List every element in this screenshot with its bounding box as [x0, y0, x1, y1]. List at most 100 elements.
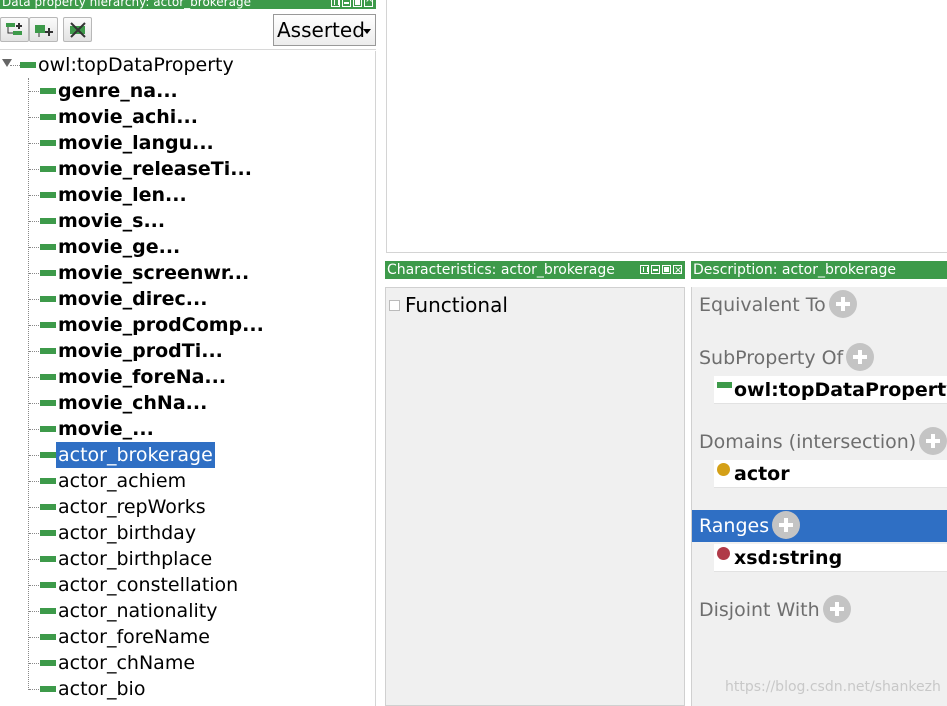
tree-item[interactable]: movie_prodComp... — [40, 312, 266, 338]
tree-item[interactable]: actor_achiem — [40, 468, 188, 494]
asserted-select-value: Asserted — [277, 18, 365, 42]
tree-item[interactable]: genre_na... — [40, 78, 180, 104]
tree-connector — [10, 65, 20, 66]
tree-item-label: actor_nationality — [58, 600, 218, 622]
tree-item[interactable]: movie_langu... — [40, 130, 216, 156]
tree-item[interactable]: movie_prodTi... — [40, 338, 225, 364]
tree-item[interactable]: movie_releaseTi... — [40, 156, 254, 182]
empty-view-area — [386, 0, 947, 253]
tree-item[interactable]: movie_chNa... — [40, 390, 209, 416]
add-sibling-button[interactable] — [29, 17, 58, 42]
tree-item-label: movie_ge... — [58, 236, 181, 258]
delete-property-button[interactable] — [63, 17, 92, 42]
tree-item-label: movie_direc... — [58, 288, 208, 310]
domain-entry[interactable]: actor — [714, 460, 947, 488]
add-sub-icon — [6, 23, 22, 35]
data-property-icon — [40, 582, 56, 588]
subproperty-of-section: SubProperty Of — [692, 342, 947, 374]
tree-item[interactable]: actor_bio — [40, 676, 147, 702]
disjoint-with-section: Disjoint With — [692, 594, 947, 626]
data-property-icon — [20, 62, 36, 68]
tree-item-label: actor_constellation — [58, 574, 239, 596]
tree-item[interactable]: movie_direc... — [40, 286, 209, 312]
data-property-icon — [40, 296, 56, 302]
tree-item[interactable]: movie_s... — [40, 208, 167, 234]
data-property-icon — [40, 348, 56, 354]
tree-item[interactable]: movie_foreNa... — [40, 364, 228, 390]
data-property-icon — [40, 114, 56, 120]
data-property-icon — [40, 660, 56, 666]
add-equivalent-icon[interactable] — [828, 289, 857, 318]
subproperty-value: owl:topDataProperty — [734, 379, 947, 401]
watermark: https://blog.csdn.net/shankezh — [725, 679, 941, 695]
minimize-icon[interactable] — [342, 0, 351, 7]
data-property-icon — [40, 270, 56, 276]
tree-item-label: movie_foreNa... — [58, 366, 227, 388]
ranges-section[interactable]: Ranges — [692, 510, 947, 542]
functional-checkbox[interactable] — [389, 300, 400, 311]
data-property-icon — [40, 166, 56, 172]
data-property-icon — [40, 686, 56, 692]
tree-item-label: genre_na... — [58, 80, 178, 102]
data-property-icon — [40, 504, 56, 510]
characteristics-title-text: Characteristics: actor_brokerage — [387, 262, 615, 278]
data-property-icon — [40, 556, 56, 562]
functional-label[interactable]: Functional — [405, 293, 508, 317]
domain-value: actor — [734, 463, 790, 485]
tree-item-label: movie_len... — [58, 184, 187, 206]
data-property-icon — [40, 218, 56, 224]
tree-item[interactable]: actor_chName — [40, 650, 197, 676]
domains-label: Domains (intersection) — [699, 431, 917, 453]
tree-item[interactable]: actor_birthday — [40, 520, 198, 546]
add-disjoint-icon[interactable] — [822, 594, 851, 623]
tree-item-label: movie_prodComp... — [58, 314, 264, 336]
maximize-icon[interactable] — [662, 265, 671, 274]
chevron-down-icon — [363, 29, 371, 34]
tree-item[interactable]: actor_repWorks — [40, 494, 208, 520]
data-property-icon — [717, 382, 732, 388]
class-icon — [717, 463, 730, 476]
close-icon[interactable] — [673, 262, 682, 279]
add-range-icon[interactable] — [772, 510, 801, 539]
hierarchy-title-text: Data property hierarchy: actor_brokerage — [2, 0, 251, 9]
asserted-inferred-select[interactable]: Asserted — [273, 14, 376, 46]
tree-item[interactable]: movie_ge... — [40, 234, 182, 260]
subproperty-of-label: SubProperty Of — [699, 347, 844, 369]
tree-item-label: movie_chNa... — [58, 392, 208, 414]
range-value: xsd:string — [734, 547, 843, 569]
tree-root-item[interactable]: owl:topDataProperty — [20, 52, 236, 78]
tree-item[interactable]: movie_... — [40, 416, 156, 442]
description-panel: Equivalent To SubProperty Of owl:topData… — [691, 287, 947, 706]
data-property-icon — [40, 530, 56, 536]
tree-item[interactable]: movie_achi... — [40, 104, 200, 130]
pin-icon[interactable] — [640, 265, 649, 274]
disjoint-with-label: Disjoint With — [699, 599, 820, 621]
equivalent-to-label: Equivalent To — [699, 294, 826, 316]
minimize-icon[interactable] — [651, 265, 660, 274]
tree-item-label: actor_chName — [58, 652, 196, 674]
add-domain-icon[interactable] — [919, 426, 947, 455]
subproperty-entry[interactable]: owl:topDataProperty — [714, 376, 947, 404]
delete-icon — [70, 22, 86, 38]
add-subproperty-icon[interactable] — [846, 342, 875, 371]
tree-item-label: movie_releaseTi... — [58, 158, 252, 180]
maximize-icon[interactable] — [353, 0, 362, 7]
tree-item-selected[interactable]: actor_brokerage — [40, 442, 215, 468]
tree-item-label: actor_birthday — [58, 522, 197, 544]
tree-item[interactable]: actor_nationality — [40, 598, 219, 624]
data-property-icon — [40, 374, 56, 380]
pin-icon[interactable] — [331, 0, 340, 7]
tree-item-label: actor_repWorks — [58, 496, 206, 518]
tree-item[interactable]: actor_foreName — [40, 624, 212, 650]
tree-item[interactable]: actor_birthplace — [40, 546, 214, 572]
tree-item[interactable]: actor_constellation — [40, 572, 240, 598]
hierarchy-window-controls — [331, 0, 373, 7]
data-property-icon — [40, 478, 56, 484]
tree-item[interactable]: movie_screenwr... — [40, 260, 251, 286]
add-subproperty-button[interactable] — [0, 17, 29, 42]
close-icon[interactable] — [364, 0, 373, 7]
tree-item[interactable]: movie_len... — [40, 182, 189, 208]
datatype-icon — [717, 547, 730, 560]
range-entry[interactable]: xsd:string — [714, 544, 947, 572]
hierarchy-panel-title: Data property hierarchy: actor_brokerage — [0, 0, 376, 9]
